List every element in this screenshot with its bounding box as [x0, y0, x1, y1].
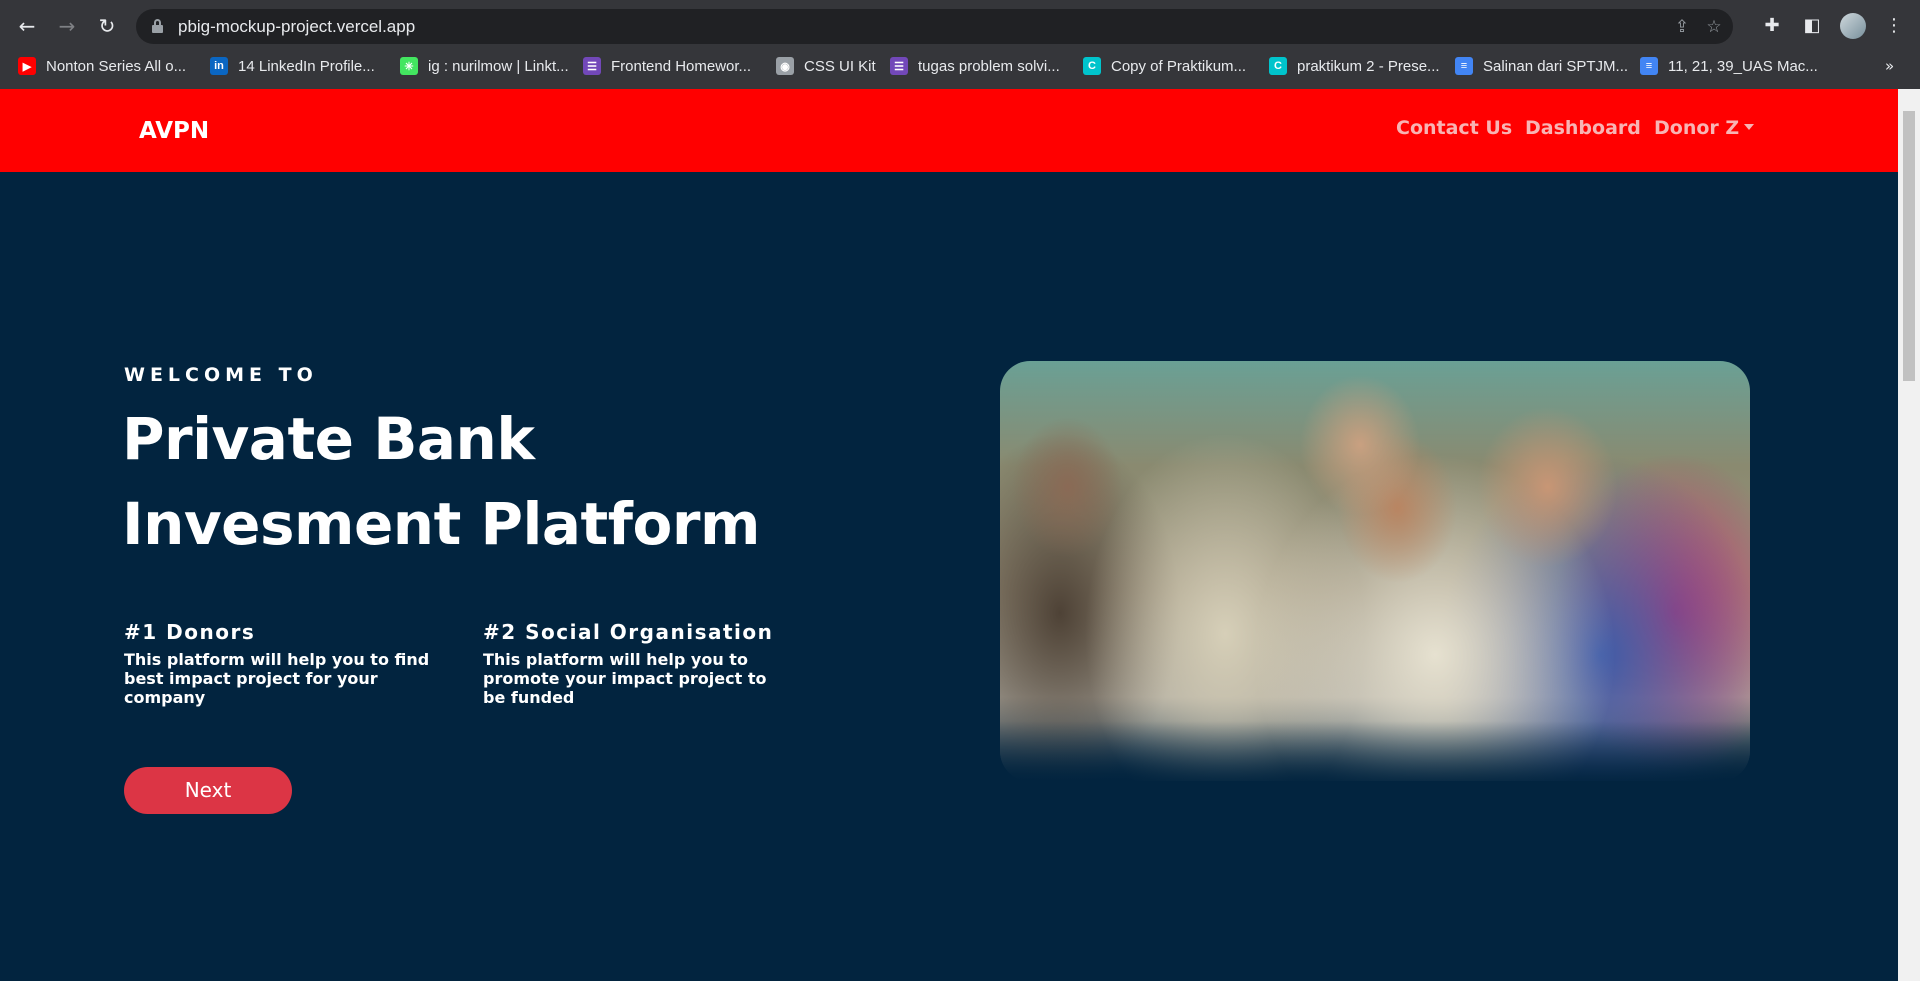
bookmark-label: CSS UI Kit	[804, 57, 876, 75]
bookmark-item[interactable]: ✳ ig : nurilmow | Linkt...	[400, 52, 569, 80]
bookmark-item[interactable]: C Copy of Praktikum...	[1083, 52, 1246, 80]
list-icon: ☰	[890, 57, 908, 75]
bookmark-item[interactable]: ≡ 11, 21, 39_UAS Mac...	[1640, 52, 1818, 80]
canva-icon: C	[1269, 57, 1287, 75]
reload-icon[interactable]: ↻	[92, 11, 122, 41]
hero-title: Private Bank Invesment Platform	[122, 397, 760, 567]
docs-icon: ≡	[1640, 57, 1658, 75]
page-content: AVPN Contact Us Dashboard Donor Z WELCOM…	[0, 89, 1898, 981]
brand-logo[interactable]: AVPN	[139, 118, 209, 144]
linktree-icon: ✳	[400, 57, 418, 75]
feature-donors: #1 Donors This platform will help you to…	[124, 620, 444, 707]
next-button[interactable]: Next	[124, 767, 292, 814]
menu-kebab-icon[interactable]: ⋮	[1882, 14, 1906, 38]
bookmarks-bar: ▶ Nonton Series All o... in 14 LinkedIn Pro…	[0, 52, 1920, 89]
nav-contact-us[interactable]: Contact Us	[1396, 117, 1512, 139]
feature-social-organisation: #2 Social Organisation This platform wil…	[483, 620, 783, 707]
bookmark-item[interactable]: ☰ Frontend Homewor...	[583, 52, 751, 80]
bookmark-label: praktikum 2 - Prese...	[1297, 57, 1440, 75]
list-icon: ☰	[583, 57, 601, 75]
user-menu-label: Donor Z	[1654, 117, 1740, 139]
bookmarks-overflow-button[interactable]: »	[1885, 52, 1894, 80]
docs-icon: ≡	[1455, 57, 1473, 75]
feature-title: #1 Donors	[124, 620, 256, 644]
extensions-icon[interactable]: ✚	[1760, 14, 1784, 38]
bookmark-item[interactable]: Cpraktikum 2 - Prese...	[1269, 52, 1440, 80]
forward-icon[interactable]: →	[52, 11, 82, 41]
bookmark-label: 11, 21, 39_UAS Mac...	[1668, 57, 1818, 75]
globe-icon: ◉	[776, 57, 794, 75]
bookmark-item[interactable]: ≡ Salinan dari SPTJM...	[1455, 52, 1628, 80]
share-icon[interactable]: ⇪	[1671, 16, 1693, 38]
feature-text: This platform will help you to find best…	[124, 650, 430, 707]
bookmark-item[interactable]: ◉ CSS UI Kit	[776, 52, 876, 80]
hero-title-line-1: Private Bank	[122, 405, 535, 473]
bookmark-item[interactable]: ☰ tugas problem solvi...	[890, 52, 1060, 80]
bookmark-star-icon[interactable]: ☆	[1703, 16, 1725, 38]
bookmark-item[interactable]: ▶ Nonton Series All o...	[18, 52, 186, 80]
bookmark-item[interactable]: in 14 LinkedIn Profile...	[210, 52, 375, 80]
user-menu-dropdown[interactable]: Donor Z	[1654, 117, 1755, 139]
bookmark-label: ig : nurilmow | Linkt...	[428, 57, 569, 75]
browser-toolbar: ← → ↻ pbig-mockup-project.vercel.app ⇪ ☆…	[0, 0, 1920, 52]
feature-text: This platform will help you to promote y…	[483, 650, 767, 707]
bookmark-label: 14 LinkedIn Profile...	[238, 57, 375, 75]
canva-icon: C	[1083, 57, 1101, 75]
profile-avatar[interactable]	[1840, 13, 1866, 39]
bookmark-label: Frontend Homewor...	[611, 57, 752, 75]
bookmark-label: Salinan dari SPTJM...	[1483, 57, 1629, 75]
page-scrollbar[interactable]	[1898, 89, 1920, 981]
bookmark-label: Copy of Praktikum...	[1111, 57, 1247, 75]
bookmark-label: Nonton Series All o...	[46, 57, 187, 75]
youtube-icon: ▶	[18, 57, 36, 75]
linkedin-icon: in	[210, 57, 228, 75]
hero-title-line-2: Invesment Platform	[122, 490, 760, 558]
back-icon[interactable]: ←	[12, 11, 42, 41]
lock-icon	[152, 19, 163, 33]
caret-down-icon	[1744, 124, 1755, 130]
scrollbar-thumb[interactable]	[1903, 111, 1915, 381]
nav-dashboard[interactable]: Dashboard	[1525, 117, 1641, 139]
address-bar[interactable]: pbig-mockup-project.vercel.app ⇪ ☆	[136, 9, 1733, 44]
url-text[interactable]: pbig-mockup-project.vercel.app	[178, 17, 415, 37]
hero-image-children-photo	[1000, 361, 1750, 781]
bookmark-label: tugas problem solvi...	[918, 57, 1060, 75]
feature-title: #2 Social Organisation	[483, 620, 774, 644]
side-panel-icon[interactable]: ◧	[1800, 14, 1824, 38]
welcome-eyebrow: WELCOME TO	[124, 364, 318, 386]
browser-chrome: ← → ↻ pbig-mockup-project.vercel.app ⇪ ☆…	[0, 0, 1920, 89]
site-navbar: AVPN Contact Us Dashboard Donor Z	[0, 89, 1898, 172]
